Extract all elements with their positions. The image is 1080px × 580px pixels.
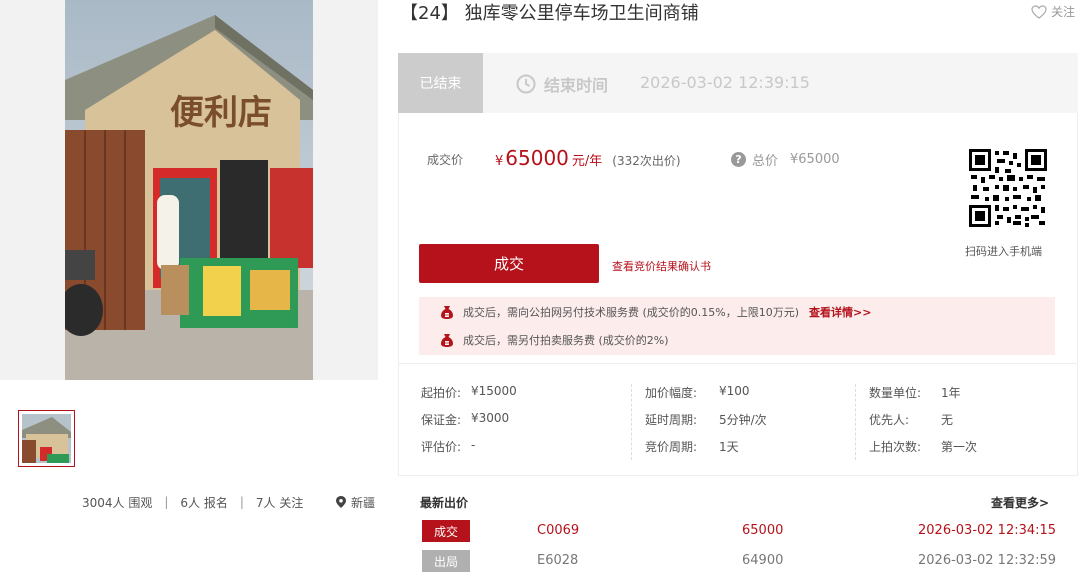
deal-price-label: 成交价 (427, 153, 464, 167)
param-key: 起拍价: (421, 386, 462, 400)
clock-icon (516, 74, 536, 94)
param-increment: 加价幅度: ¥100 (645, 384, 767, 411)
param-key: 延时周期: (645, 413, 698, 427)
location: 新疆 (336, 494, 375, 511)
total-price: ? 总价 ¥65000 (731, 150, 840, 169)
param-key: 优先人: (869, 413, 910, 427)
follow-label: 关注 (1051, 5, 1076, 19)
param-start-price: 起拍价: ¥15000 (421, 384, 517, 411)
bid-row: 成交 C0069 65000 2026-03-02 12:34:15 (398, 518, 1078, 544)
param-key: 上拍次数: (869, 440, 922, 454)
params-col-3: 数量单位: 1年 优先人: 无 上拍次数: 第一次 (869, 384, 977, 465)
params-col-1: 起拍价: ¥15000 保证金: ¥3000 评估价: - (421, 384, 517, 465)
bid-amount: 64900 (742, 553, 784, 568)
status-badge: 已结束 (398, 53, 483, 113)
store-sign-text: 便利店 (170, 93, 272, 133)
bid-time: 2026-03-02 12:32:59 (918, 553, 1057, 568)
view-more-link[interactable]: 查看更多> (991, 494, 1049, 511)
total-value: ¥65000 (790, 152, 840, 167)
column-divider (631, 384, 632, 460)
fee-text-service: 成交后，需另付拍卖服务费 (成交价的2%) (463, 334, 669, 347)
fee-notice-box: 成交后，需向公拍网另付技术服务费 (成交价的0.15%，上限10万元) 查看详情… (419, 297, 1055, 355)
main-photo: 便利店 (65, 0, 313, 380)
stats-separator: | (239, 495, 244, 509)
param-key: 评估价: (421, 440, 462, 454)
stats-separator: | (164, 495, 169, 509)
param-quantity-unit: 数量单位: 1年 (869, 384, 977, 411)
views-count: 3004人 围观 (82, 495, 153, 510)
location-text: 新疆 (351, 495, 376, 510)
money-bag-icon (441, 333, 453, 347)
fee-text-tech: 成交后，需向公拍网另付技术服务费 (成交价的0.15%，上限10万元) (463, 306, 800, 319)
currency-symbol: ¥ (495, 154, 504, 169)
thumbnail-1[interactable] (18, 410, 75, 467)
fee-row-service: 成交后，需另付拍卖服务费 (成交价的2%) (441, 332, 669, 348)
param-value: - (471, 438, 476, 452)
param-value: ¥100 (719, 384, 750, 398)
param-key: 保证金: (421, 413, 462, 427)
follow-button[interactable]: 关注 (1031, 3, 1075, 20)
follows-count: 7人 关注 (255, 495, 304, 510)
latest-bids-title: 最新出价 (420, 496, 469, 510)
param-deposit: 保证金: ¥3000 (421, 411, 517, 438)
deal-amount: 65000 (505, 146, 569, 170)
param-value: 第一次 (941, 440, 978, 454)
param-value: ¥3000 (471, 411, 510, 425)
param-key: 竞价周期: (645, 440, 698, 454)
deal-price: ¥ 65000 元/年 (332次出价) (495, 146, 681, 170)
bid-count: (332次出价) (612, 154, 681, 168)
listing-title: 【24】 独库零公里停车场卫生间商铺 (400, 3, 699, 24)
fee-details-link[interactable]: 查看详情>> (809, 304, 871, 320)
column-divider (855, 384, 856, 460)
money-bag-icon (441, 305, 453, 319)
image-gallery: 便利店 (0, 0, 378, 380)
param-priority: 优先人: 无 (869, 411, 977, 438)
param-listing-count: 上拍次数: 第一次 (869, 438, 977, 465)
confirm-link[interactable]: 查看竞价结果确认书 (612, 258, 711, 274)
auction-params: 起拍价: ¥15000 保证金: ¥3000 评估价: - 加价幅度: ¥100 延时周… (398, 364, 1078, 476)
param-appraisal: 评估价: - (421, 438, 517, 465)
listing-stats: 3004人 围观 | 6人 报名 | 7人 关注 新疆 (82, 493, 382, 511)
end-time-label: 结束时间 (516, 72, 608, 96)
end-label-text: 结束时间 (544, 76, 609, 95)
param-value: 1天 (719, 440, 739, 454)
params-col-2: 加价幅度: ¥100 延时周期: 5分钟/次 竞价周期: 1天 (645, 384, 767, 465)
bid-status-badge: 出局 (422, 550, 470, 572)
param-delay: 延时周期: 5分钟/次 (645, 411, 767, 438)
bid-row: 出局 E6028 64900 2026-03-02 12:32:59 (398, 548, 1078, 574)
signups-count: 6人 报名 (180, 495, 228, 510)
help-icon[interactable]: ? (731, 152, 746, 167)
param-bid-period: 竞价周期: 1天 (645, 438, 767, 465)
param-value: ¥15000 (471, 384, 517, 398)
fee-row-tech: 成交后，需向公拍网另付技术服务费 (成交价的0.15%，上限10万元) 查看详情… (441, 304, 871, 320)
price-unit: 元/年 (571, 154, 603, 169)
param-value: 1年 (941, 386, 961, 400)
bidder-code: E6028 (537, 553, 579, 568)
param-key: 加价幅度: (645, 386, 698, 400)
end-time-value: 2026-03-02 12:39:15 (640, 73, 810, 92)
param-value: 无 (941, 413, 954, 427)
bid-status-badge: 成交 (422, 520, 470, 542)
auction-status-bar: 已结束 结束时间 2026-03-02 12:39:15 (398, 53, 1078, 113)
heart-icon (1031, 4, 1047, 19)
param-key: 数量单位: (869, 386, 922, 400)
qr-caption: 扫码进入手机端 (965, 245, 1042, 258)
deal-button[interactable]: 成交 (419, 244, 599, 283)
bid-time: 2026-03-02 12:34:15 (918, 523, 1057, 538)
param-value: 5分钟/次 (719, 413, 767, 427)
total-label: 总价 (752, 154, 779, 169)
bid-amount: 65000 (742, 523, 784, 538)
bidder-code: C0069 (537, 523, 580, 538)
qr-code-icon (969, 149, 1047, 227)
location-pin-icon (336, 496, 346, 508)
price-panel: 成交价 ¥ 65000 元/年 (332次出价) ? 总价 ¥65000 扫码进… (398, 113, 1078, 364)
latest-bids: 最新出价 查看更多> 成交 C0069 65000 2026-03-02 12:… (398, 476, 1078, 580)
